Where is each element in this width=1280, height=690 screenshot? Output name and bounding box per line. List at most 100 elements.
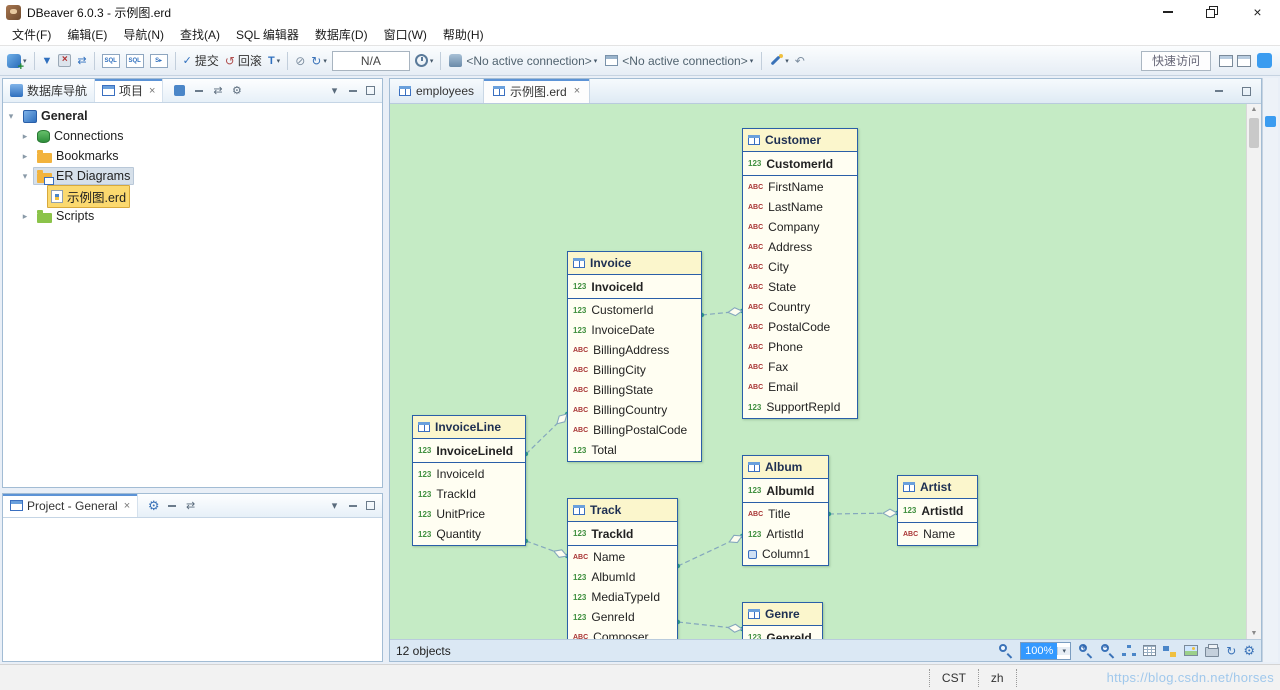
search-icon[interactable] [998,643,1013,658]
maximize-editor-icon[interactable] [1242,87,1251,96]
entity-invoice[interactable]: Invoice123InvoiceId 123CustomerId123Invoi… [567,251,702,462]
entity-column[interactable]: 123CustomerId [568,300,701,320]
sql-tools-button[interactable]: ▾ [766,49,792,73]
entity-column[interactable]: 123AlbumId [568,567,677,587]
close-window-button[interactable]: × [1235,0,1280,24]
perspective-other-icon[interactable] [1237,55,1251,67]
entity-genre[interactable]: Genre123GenreId [742,602,823,639]
entity-column[interactable]: ABCAddress [743,237,857,257]
menu-item[interactable]: 帮助(H) [435,24,492,45]
maximize-view-icon[interactable] [366,86,375,95]
auto-layout-icon[interactable] [1122,645,1136,657]
entity-column[interactable]: 123GenreId [568,607,677,627]
menu-item[interactable]: 数据库(D) [307,24,376,45]
entity-column[interactable]: 123ArtistId [743,524,828,544]
minimize-window-button[interactable] [1145,0,1190,24]
entity-column[interactable]: ABCLastName [743,197,857,217]
entity-pk-column[interactable]: 123TrackId [568,523,677,544]
menu-item[interactable]: 查找(A) [172,24,228,45]
menu-item[interactable]: 文件(F) [4,24,59,45]
connect-button[interactable]: ▼ [39,49,56,73]
chevron-collapsed-icon[interactable]: ▸ [17,211,33,222]
entity-column[interactable]: ABCBillingState [568,380,701,400]
entity-column[interactable]: ABCTitle [743,504,828,524]
open-sql-script-button[interactable]: S▸ [147,49,171,73]
chevron-collapsed-icon[interactable]: ▸ [17,131,33,142]
entity-pk-column[interactable]: 123InvoiceId [568,276,701,297]
entity-column[interactable]: ABCName [568,547,677,567]
print-icon[interactable] [1205,647,1219,657]
entity-artist[interactable]: Artist123ArtistId ABCName [897,475,978,546]
active-schema-select[interactable]: <No active connection>▾ [601,50,757,72]
entity-customer[interactable]: Customer123CustomerId ABCFirstNameABCLast… [742,128,858,419]
refresh-button[interactable]: ↻▾ [308,49,330,73]
entity-pk-column[interactable]: 123CustomerId [743,153,857,174]
minimize-view-icon[interactable] [349,90,357,92]
entity-album[interactable]: Album123AlbumIdABCTitle123ArtistIdColumn… [742,455,829,566]
tree-item[interactable]: ▸Connections [3,126,382,146]
entity-column[interactable]: ABCBillingCity [568,360,701,380]
entity-column[interactable]: ABCName [898,524,977,544]
restore-window-button[interactable] [1190,0,1235,24]
editor-tab[interactable]: employees [390,79,484,103]
tree-item[interactable]: ▾General [3,106,382,126]
entity-column[interactable]: ABCBillingCountry [568,400,701,420]
disconnect-button[interactable] [55,49,74,73]
entity-column[interactable]: ABCPostalCode [743,317,857,337]
entity-column[interactable]: ABCComposer [568,627,677,639]
entity-invoiceline[interactable]: InvoiceLine123InvoiceLineId123InvoiceId1… [412,415,526,546]
entity-header[interactable]: InvoiceLine [413,416,525,439]
entity-column[interactable]: ABCBillingAddress [568,340,701,360]
entity-column[interactable]: ABCCompany [743,217,857,237]
menu-item[interactable]: 编辑(E) [59,24,115,45]
entity-column[interactable]: ABCFirstName [743,177,857,197]
editor-tab[interactable]: 示例图.erd× [484,79,590,103]
entity-column[interactable]: 123SupportRepId [743,397,857,417]
entity-header[interactable]: Customer [743,129,857,152]
entity-header[interactable]: Invoice [568,252,701,275]
rollback-button[interactable]: ↺回滚 [222,49,265,73]
notation-icon[interactable] [1163,645,1177,657]
entity-column[interactable]: ABCBillingPostalCode [568,420,701,440]
entity-header[interactable]: Artist [898,476,977,499]
sql-editor-button[interactable]: SQL [99,49,123,73]
entity-column[interactable]: ABCFax [743,357,857,377]
entity-header[interactable]: Track [568,499,677,522]
menu-item[interactable]: 窗口(W) [376,24,435,45]
perspective-dbeaver-icon[interactable] [1219,55,1233,67]
diagram-settings-icon[interactable]: ⚙ [1243,643,1255,659]
minimize-editor-icon[interactable] [1215,90,1223,92]
entity-header[interactable]: Genre [743,603,822,626]
entity-column[interactable]: 123Total [568,440,701,460]
zoom-in-icon[interactable]: + [1078,643,1093,658]
tree-item[interactable]: 示例图.erd [3,186,382,206]
scrollbar-thumb[interactable] [1249,118,1259,148]
zoom-level-select[interactable]: 100%▾ [1020,642,1071,660]
view-settings-icon[interactable]: ⚙ [227,84,246,97]
tree-item[interactable]: ▸Scripts [3,206,382,226]
entity-column[interactable]: ABCCountry [743,297,857,317]
commit-button[interactable]: ✓提交 [180,49,222,73]
tree-item[interactable]: ▸Bookmarks [3,146,382,166]
view-menu-chevron-icon[interactable]: ▾ [325,499,344,512]
minimized-view-icon[interactable] [1265,116,1276,127]
entity-column[interactable]: 123MediaTypeId [568,587,677,607]
tab-project-general[interactable]: Project - General × [3,494,138,517]
back-button[interactable]: ↶ [792,49,808,73]
collapse-icon[interactable] [168,505,176,507]
toggle-grid-icon[interactable] [1143,645,1156,656]
maximize-view-icon[interactable] [366,501,375,510]
entity-pk-column[interactable]: 123ArtistId [898,500,977,521]
entity-column[interactable]: 123InvoiceDate [568,320,701,340]
entity-column[interactable]: Column1 [743,544,828,564]
tab-database-navigator[interactable]: 数据库导航 [3,79,95,102]
active-connection-select[interactable]: <No active connection>▾ [445,50,601,72]
view-menu-chevron-icon[interactable]: ▾ [325,84,344,97]
close-tab-icon[interactable]: × [124,500,130,512]
entity-column[interactable]: ABCCity [743,257,857,277]
entity-column[interactable]: ABCPhone [743,337,857,357]
entity-column[interactable]: ABCEmail [743,377,857,397]
entity-column[interactable]: 123InvoiceId [413,464,525,484]
tree-item[interactable]: ▾ER Diagrams [3,166,382,186]
refresh-diagram-icon[interactable]: ↻ [1226,644,1236,658]
